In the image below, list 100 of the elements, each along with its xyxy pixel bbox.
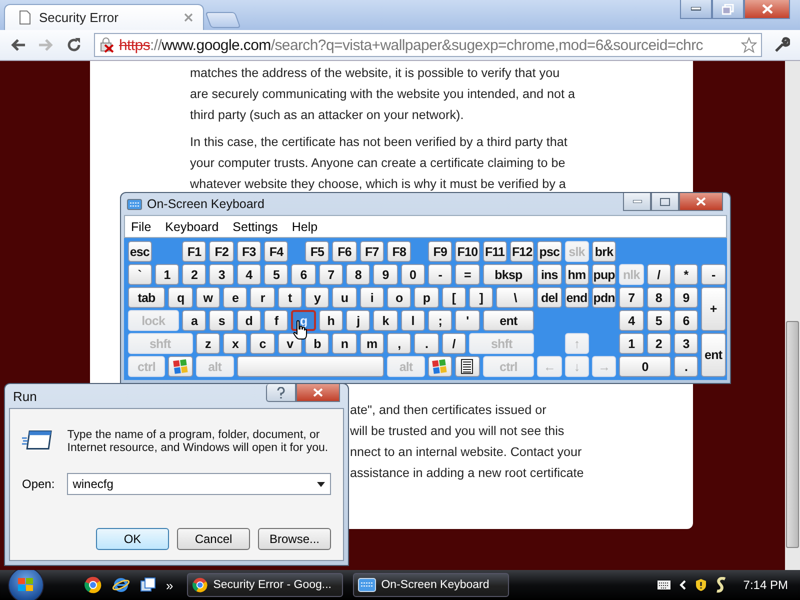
key-button[interactable]: 8 xyxy=(646,287,671,308)
key-button[interactable]: 9 xyxy=(674,287,698,308)
key-button[interactable]: u xyxy=(332,287,357,308)
key-button[interactable]: F9 xyxy=(428,241,452,262)
key-button[interactable]: F2 xyxy=(209,241,234,262)
key-button[interactable]: ` xyxy=(128,264,152,285)
space-bar[interactable] xyxy=(236,356,384,377)
key-button[interactable]: f xyxy=(264,310,288,331)
key-button[interactable]: ; xyxy=(428,310,452,331)
key-button[interactable]: ] xyxy=(468,287,494,308)
dialog-button[interactable]: Cancel xyxy=(177,528,250,550)
start-button[interactable] xyxy=(8,567,44,600)
key-button[interactable]: F1 xyxy=(182,241,206,262)
key-button[interactable]: 1 xyxy=(619,333,644,354)
menu-item[interactable]: Keyboard xyxy=(165,220,219,234)
key-button[interactable]: p xyxy=(414,287,439,308)
key-button[interactable]: F10 xyxy=(455,241,480,262)
key-button[interactable]: i xyxy=(360,287,384,308)
key-button[interactable]: / xyxy=(442,333,466,354)
key-button[interactable]: m xyxy=(360,333,384,354)
menu-item[interactable]: Help xyxy=(292,220,318,234)
key-button[interactable]: y xyxy=(305,287,330,308)
key-button[interactable]: F3 xyxy=(236,241,262,262)
browser-tab[interactable]: Security Error xyxy=(4,4,204,30)
key-button[interactable]: 8 xyxy=(346,264,370,285)
key-button[interactable]: F6 xyxy=(332,241,357,262)
key-button[interactable]: 3 xyxy=(674,333,698,354)
overflow-chevron[interactable]: » xyxy=(166,578,174,592)
key-button[interactable]: + xyxy=(701,287,726,331)
key-button[interactable]: b xyxy=(305,333,330,354)
back-icon[interactable] xyxy=(10,38,26,52)
key-button[interactable]: , xyxy=(387,333,412,354)
close-icon[interactable] xyxy=(184,13,193,22)
open-combo-box[interactable]: winecfg xyxy=(66,473,331,495)
wrench-icon[interactable] xyxy=(774,37,790,53)
reload-icon[interactable] xyxy=(66,37,82,53)
key-button[interactable]: * xyxy=(674,264,698,285)
key-button[interactable]: w xyxy=(196,287,220,308)
key-button[interactable]: ' xyxy=(455,310,480,331)
key-button[interactable]: 0 xyxy=(619,356,671,377)
restore-button[interactable] xyxy=(712,0,744,19)
chevron-left-icon[interactable] xyxy=(679,580,688,590)
key-button[interactable]: . xyxy=(674,356,698,377)
key-button[interactable]: tab xyxy=(128,287,166,308)
key-button[interactable]: brk xyxy=(592,241,616,262)
taskbar-button[interactable]: Security Error - Goog... xyxy=(187,573,344,597)
key-button[interactable]: end xyxy=(564,287,589,308)
key-button[interactable]: 4 xyxy=(236,264,262,285)
key-button[interactable]: = xyxy=(455,264,480,285)
key-button[interactable]: F5 xyxy=(305,241,330,262)
shield-icon[interactable] xyxy=(695,578,708,592)
key-button[interactable]: F12 xyxy=(510,241,534,262)
dropdown-arrow-icon[interactable] xyxy=(317,482,325,486)
key-button[interactable]: t xyxy=(278,287,302,308)
key-button[interactable]: 3 xyxy=(209,264,234,285)
key-button[interactable]: 2 xyxy=(182,264,206,285)
globe-ring-icon[interactable] xyxy=(112,576,130,594)
scrollbar[interactable] xyxy=(785,61,800,570)
key-button[interactable]: \ xyxy=(496,287,534,308)
key-button[interactable]: h xyxy=(318,310,344,331)
key-button[interactable]: F7 xyxy=(360,241,384,262)
key-button[interactable]: 1 xyxy=(154,264,180,285)
key-button[interactable]: [ xyxy=(442,287,466,308)
key-button[interactable]: 6 xyxy=(291,264,316,285)
key-button[interactable]: 2 xyxy=(646,333,671,354)
minimize-button[interactable] xyxy=(623,193,651,211)
key-button[interactable]: k xyxy=(373,310,398,331)
key-button[interactable]: - xyxy=(701,264,726,285)
key-button[interactable]: F4 xyxy=(264,241,288,262)
key-button[interactable]: / xyxy=(646,264,671,285)
key-button[interactable]: 7 xyxy=(619,287,644,308)
key-button[interactable]: pdn xyxy=(592,287,616,308)
key-button[interactable]: 6 xyxy=(674,310,698,331)
key-button[interactable]: l xyxy=(400,310,425,331)
key-button[interactable]: n xyxy=(332,333,357,354)
dialog-button[interactable]: OK xyxy=(96,528,169,550)
taskbar-button[interactable]: On-Screen Keyboard xyxy=(353,573,510,597)
key-button[interactable]: pup xyxy=(592,264,616,285)
key-button[interactable] xyxy=(455,356,480,377)
close-button[interactable] xyxy=(296,384,340,402)
key-button[interactable]: 5 xyxy=(264,264,288,285)
menu-item[interactable]: File xyxy=(131,220,152,234)
key-button[interactable]: q xyxy=(168,287,193,308)
key-button[interactable]: x xyxy=(223,333,248,354)
key-button[interactable]: s xyxy=(209,310,234,331)
key-button[interactable]: 4 xyxy=(619,310,644,331)
key-button[interactable]: 7 xyxy=(318,264,344,285)
key-button[interactable]: psc xyxy=(537,241,562,262)
key-button[interactable]: F8 xyxy=(387,241,412,262)
clock[interactable]: 7:14 PM xyxy=(743,578,788,592)
menu-item[interactable]: Settings xyxy=(232,220,278,234)
key-button[interactable]: esc xyxy=(128,241,152,262)
close-button[interactable] xyxy=(744,0,790,19)
key-button[interactable]: e xyxy=(223,287,248,308)
key-button[interactable]: . xyxy=(414,333,439,354)
maximize-button[interactable] xyxy=(651,193,679,211)
address-bar[interactable]: https://www.google.com/search?q=vista+wallpaper&sugexp=chrome,mod=6&sourceid=chrc xyxy=(94,33,762,57)
key-button[interactable]: 9 xyxy=(373,264,398,285)
key-button[interactable]: a xyxy=(182,310,206,331)
key-button[interactable]: ent xyxy=(701,333,726,377)
